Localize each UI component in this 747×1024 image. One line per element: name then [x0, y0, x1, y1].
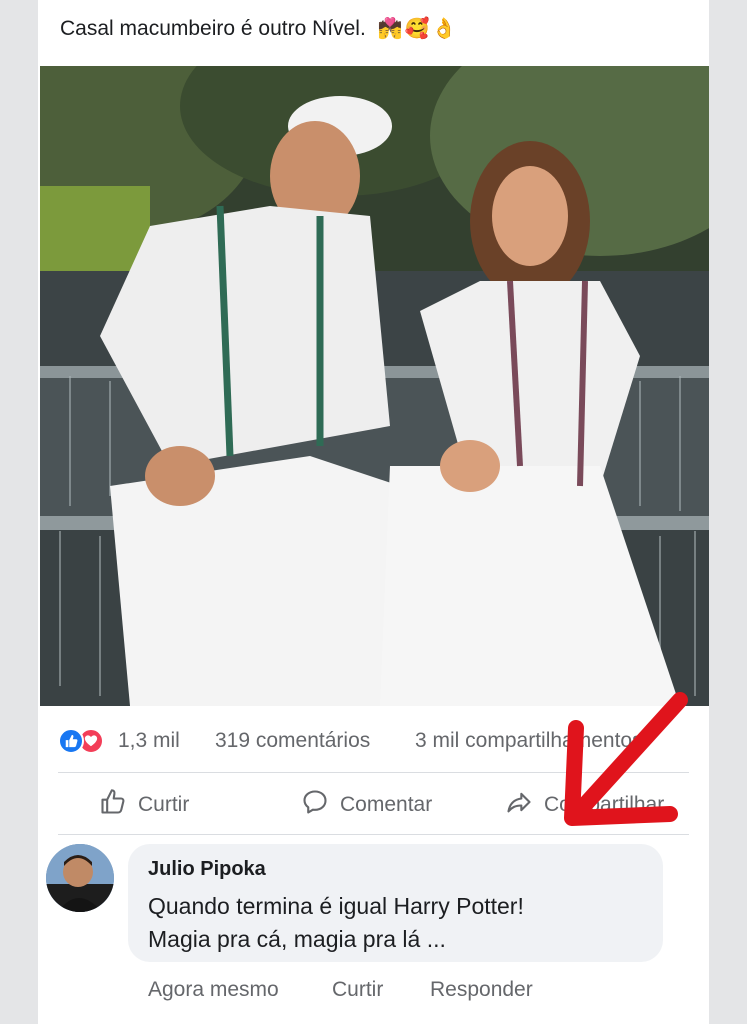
comment-timestamp[interactable]: Agora mesmo: [148, 978, 279, 1002]
divider: [58, 772, 689, 773]
like-button[interactable]: Curtir: [98, 788, 189, 822]
comment-like-button[interactable]: Curtir: [332, 978, 383, 1002]
comment-item: Julio Pipoka Quando termina é igual Harr…: [46, 842, 686, 972]
comment-author[interactable]: Julio Pipoka: [148, 858, 266, 881]
post-caption-text: Casal macumbeiro é outro Nível.: [60, 17, 366, 40]
comment-text-line: Quando termina é igual Harry Potter!: [148, 893, 524, 919]
like-button-label: Curtir: [138, 793, 190, 816]
facebook-post-card: Casal macumbeiro é outro Nível. 💏🥰👌 1,3 …: [38, 0, 709, 1024]
reaction-stats-bar: 1,3 mil 319 comentários 3 mil compartilh…: [38, 720, 709, 760]
reaction-icons[interactable]: [58, 728, 112, 756]
post-actions-bar: Curtir Comentar Compartilhar: [38, 780, 709, 826]
share-icon: [504, 788, 534, 822]
photo-illustration: [40, 66, 709, 706]
divider: [58, 834, 689, 835]
post-caption: Casal macumbeiro é outro Nível. 💏🥰👌: [60, 16, 458, 41]
caption-emoji: 💏🥰👌: [377, 18, 459, 40]
comment-text: Quando termina é igual Harry Potter! Mag…: [148, 890, 524, 956]
comment-button[interactable]: Comentar: [300, 788, 432, 822]
shares-count[interactable]: 3 mil compartilhamentos: [415, 729, 643, 753]
comment-button-label: Comentar: [340, 793, 433, 816]
comments-count[interactable]: 319 comentários: [215, 729, 370, 753]
share-button[interactable]: Compartilhar: [504, 788, 664, 822]
comment-bubble: Julio Pipoka Quando termina é igual Harr…: [128, 844, 663, 962]
comment-icon: [300, 788, 330, 822]
avatar[interactable]: [46, 844, 114, 912]
like-reaction-icon: [58, 728, 84, 754]
reaction-count[interactable]: 1,3 mil: [118, 729, 180, 753]
share-button-label: Compartilhar: [544, 793, 665, 816]
post-photo[interactable]: [40, 66, 709, 706]
comment-reply-button[interactable]: Responder: [430, 978, 533, 1002]
comment-text-line: Magia pra cá, magia pra lá ...: [148, 926, 446, 952]
thumbs-up-icon: [98, 788, 128, 822]
